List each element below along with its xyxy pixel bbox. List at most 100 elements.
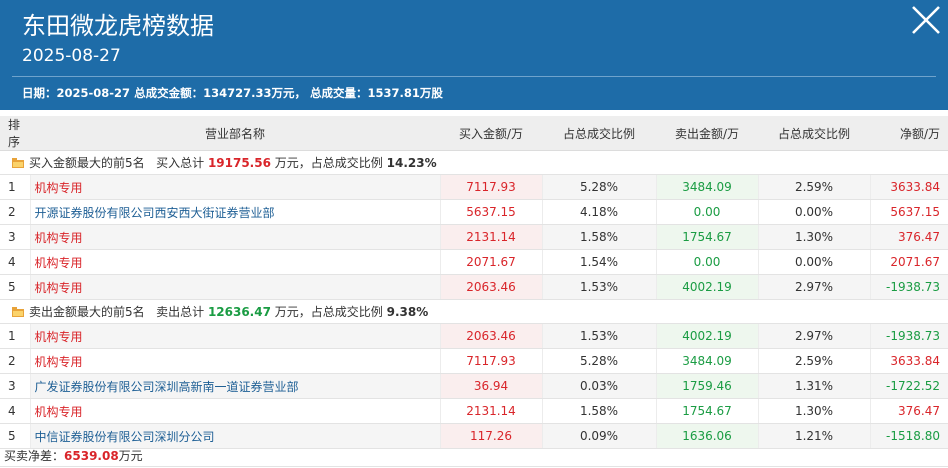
sell-ratio-cell: 0.00% [757, 199, 870, 225]
summary-turnover-label: 总成交金额： [134, 86, 204, 100]
net-amount-cell: -1722.52 [869, 373, 948, 399]
buy-total-ratio: 14.23% [386, 156, 437, 170]
buy-amount-cell: 2131.14 [439, 224, 542, 250]
sell-ratio-cell: 1.30% [757, 398, 870, 424]
col-header-sell[interactable]: 卖出金额/万 [656, 116, 758, 151]
rank-cell: 5 [0, 423, 30, 449]
page-title: 东田微龙虎榜数据 [22, 12, 214, 40]
net-difference-label: 买卖净差： [4, 449, 65, 463]
rank-cell: 3 [0, 373, 30, 399]
branch-name-link[interactable]: 机构专用 [29, 249, 440, 275]
net-amount-cell: 3633.84 [869, 174, 948, 200]
summary-date: 2025-08-27 [56, 86, 131, 100]
buy-amount-cell: 2063.46 [439, 323, 542, 349]
sell-ratio-cell: 1.31% [757, 373, 870, 399]
buy-amount-cell: 7117.93 [439, 348, 542, 374]
buy-amount-cell: 2131.14 [439, 398, 542, 424]
buy-ratio-cell: 0.03% [541, 373, 656, 399]
col-header-buy-ratio[interactable]: 占总成交比例 [542, 116, 656, 151]
buy-total-label: 买入总计 [156, 156, 205, 170]
sell-total-unit: 万元，占总成交比例 [274, 305, 383, 319]
sell-section-header: 卖出金额最大的前5名 卖出总计 12636.47 万元，占总成交比例 9.38% [0, 299, 948, 324]
sell-section-summary: 卖出金额最大的前5名 卖出总计 12636.47 万元，占总成交比例 9.38% [0, 299, 948, 324]
net-amount-cell: 376.47 [869, 224, 948, 250]
col-header-rank[interactable]: 排序 [0, 116, 30, 151]
sell-ratio-cell: 1.30% [757, 224, 870, 250]
net-difference-unit: 万元 [118, 449, 143, 463]
summary-volume-unit: 万股 [419, 86, 443, 100]
col-header-branch[interactable]: 营业部名称 [30, 116, 440, 151]
sell-amount-cell: 1759.46 [655, 373, 758, 399]
net-amount-cell: 5637.15 [869, 199, 948, 225]
summary-turnover: 134727.33 [203, 86, 272, 100]
sell-section-label: 卖出金额最大的前5名 [29, 305, 145, 319]
branch-name-link[interactable]: 机构专用 [29, 348, 440, 374]
sell-amount-cell: 1754.67 [655, 398, 758, 424]
buy-ratio-cell: 5.28% [541, 174, 656, 200]
sell-total-label: 卖出总计 [156, 305, 205, 319]
col-header-buy[interactable]: 买入金额/万 [440, 116, 542, 151]
col-header-sell-ratio[interactable]: 占总成交比例 [758, 116, 870, 151]
rank-cell: 2 [0, 199, 30, 225]
branch-name-link[interactable]: 机构专用 [29, 224, 440, 250]
buy-section-summary: 买入金额最大的前5名 买入总计 19175.56 万元，占总成交比例 14.23… [0, 150, 948, 175]
net-amount-cell: -1938.73 [869, 323, 948, 349]
buy-ratio-cell: 1.54% [541, 249, 656, 275]
rank-cell: 1 [0, 174, 30, 200]
sell-amount-cell: 1754.67 [655, 224, 758, 250]
buy-ratio-cell: 0.09% [541, 423, 656, 449]
trade-summary: 日期：2025-08-27 总成交金额：134727.33万元， 总成交量：15… [22, 84, 443, 102]
sell-amount-cell: 0.00 [655, 249, 758, 275]
dragon-tiger-table: 排序 营业部名称 买入金额/万 占总成交比例 卖出金额/万 占总成交比例 净额/… [0, 116, 948, 449]
branch-name-link[interactable]: 机构专用 [29, 274, 440, 300]
rank-cell: 5 [0, 274, 30, 300]
branch-name-link[interactable]: 机构专用 [29, 174, 440, 200]
col-header-net[interactable]: 净额/万 [870, 116, 948, 151]
sell-ratio-cell: 2.97% [757, 323, 870, 349]
table-row: 1 机构专用 7117.93 5.28% 3484.09 2.59% 3633.84 [0, 174, 948, 200]
branch-name-link[interactable]: 开源证券股份有限公司西安西大街证券营业部 [29, 199, 440, 225]
sell-amount-cell: 3484.09 [655, 174, 758, 200]
sell-amount-cell: 3484.09 [655, 348, 758, 374]
branch-name-link[interactable]: 机构专用 [29, 323, 440, 349]
summary-date-label: 日期： [22, 86, 57, 100]
sell-amount-cell: 4002.19 [655, 274, 758, 300]
branch-name-link[interactable]: 机构专用 [29, 398, 440, 424]
buy-ratio-cell: 1.58% [541, 398, 656, 424]
sell-amount-cell: 4002.19 [655, 323, 758, 349]
buy-amount-cell: 36.94 [439, 373, 542, 399]
table-row: 5 机构专用 2063.46 1.53% 4002.19 2.97% -1938.73 [0, 274, 948, 300]
table-row: 3 机构专用 2131.14 1.58% 1754.67 1.30% 376.47 [0, 224, 948, 250]
buy-ratio-cell: 1.53% [541, 323, 656, 349]
table-row: 2 开源证券股份有限公司西安西大街证券营业部 5637.15 4.18% 0.00 0.0… [0, 199, 948, 225]
net-amount-cell: -1938.73 [869, 274, 948, 300]
sell-amount-cell: 0.00 [655, 199, 758, 225]
footer-divider [0, 466, 948, 467]
buy-ratio-cell: 5.28% [541, 348, 656, 374]
rank-cell: 1 [0, 323, 30, 349]
buy-ratio-cell: 1.58% [541, 224, 656, 250]
buy-amount-cell: 7117.93 [439, 174, 542, 200]
buy-amount-cell: 117.26 [439, 423, 542, 449]
table-row: 3 广发证券股份有限公司深圳高新南一道证券营业部 36.94 0.03% 1759.46… [0, 373, 948, 399]
branch-name-link[interactable]: 广发证券股份有限公司深圳高新南一道证券营业部 [29, 373, 440, 399]
page-date: 2025-08-27 [22, 46, 121, 66]
table-row: 4 机构专用 2071.67 1.54% 0.00 0.00% 2071.67 [0, 249, 948, 275]
branch-name-link[interactable]: 中信证券股份有限公司深圳分公司 [29, 423, 440, 449]
table-row: 5 中信证券股份有限公司深圳分公司 117.26 0.09% 1636.06 1.21% -… [0, 423, 948, 449]
rank-cell: 4 [0, 249, 30, 275]
close-icon[interactable] [908, 2, 944, 38]
buy-amount-cell: 5637.15 [439, 199, 542, 225]
sell-ratio-cell: 1.21% [757, 423, 870, 449]
sell-ratio-cell: 2.97% [757, 274, 870, 300]
sell-total-value: 12636.47 [207, 305, 271, 319]
summary-turnover-unit: 万元， [271, 86, 306, 100]
header-divider [12, 76, 936, 77]
rank-cell: 3 [0, 224, 30, 250]
sell-ratio-cell: 2.59% [757, 348, 870, 374]
rank-cell: 2 [0, 348, 30, 374]
net-difference-value: 6539.08 [64, 449, 119, 463]
buy-section-header: 买入金额最大的前5名 买入总计 19175.56 万元，占总成交比例 14.23… [0, 150, 948, 175]
table-body: 买入金额最大的前5名 买入总计 19175.56 万元，占总成交比例 14.23… [0, 150, 948, 449]
buy-section-label: 买入金额最大的前5名 [29, 156, 145, 170]
